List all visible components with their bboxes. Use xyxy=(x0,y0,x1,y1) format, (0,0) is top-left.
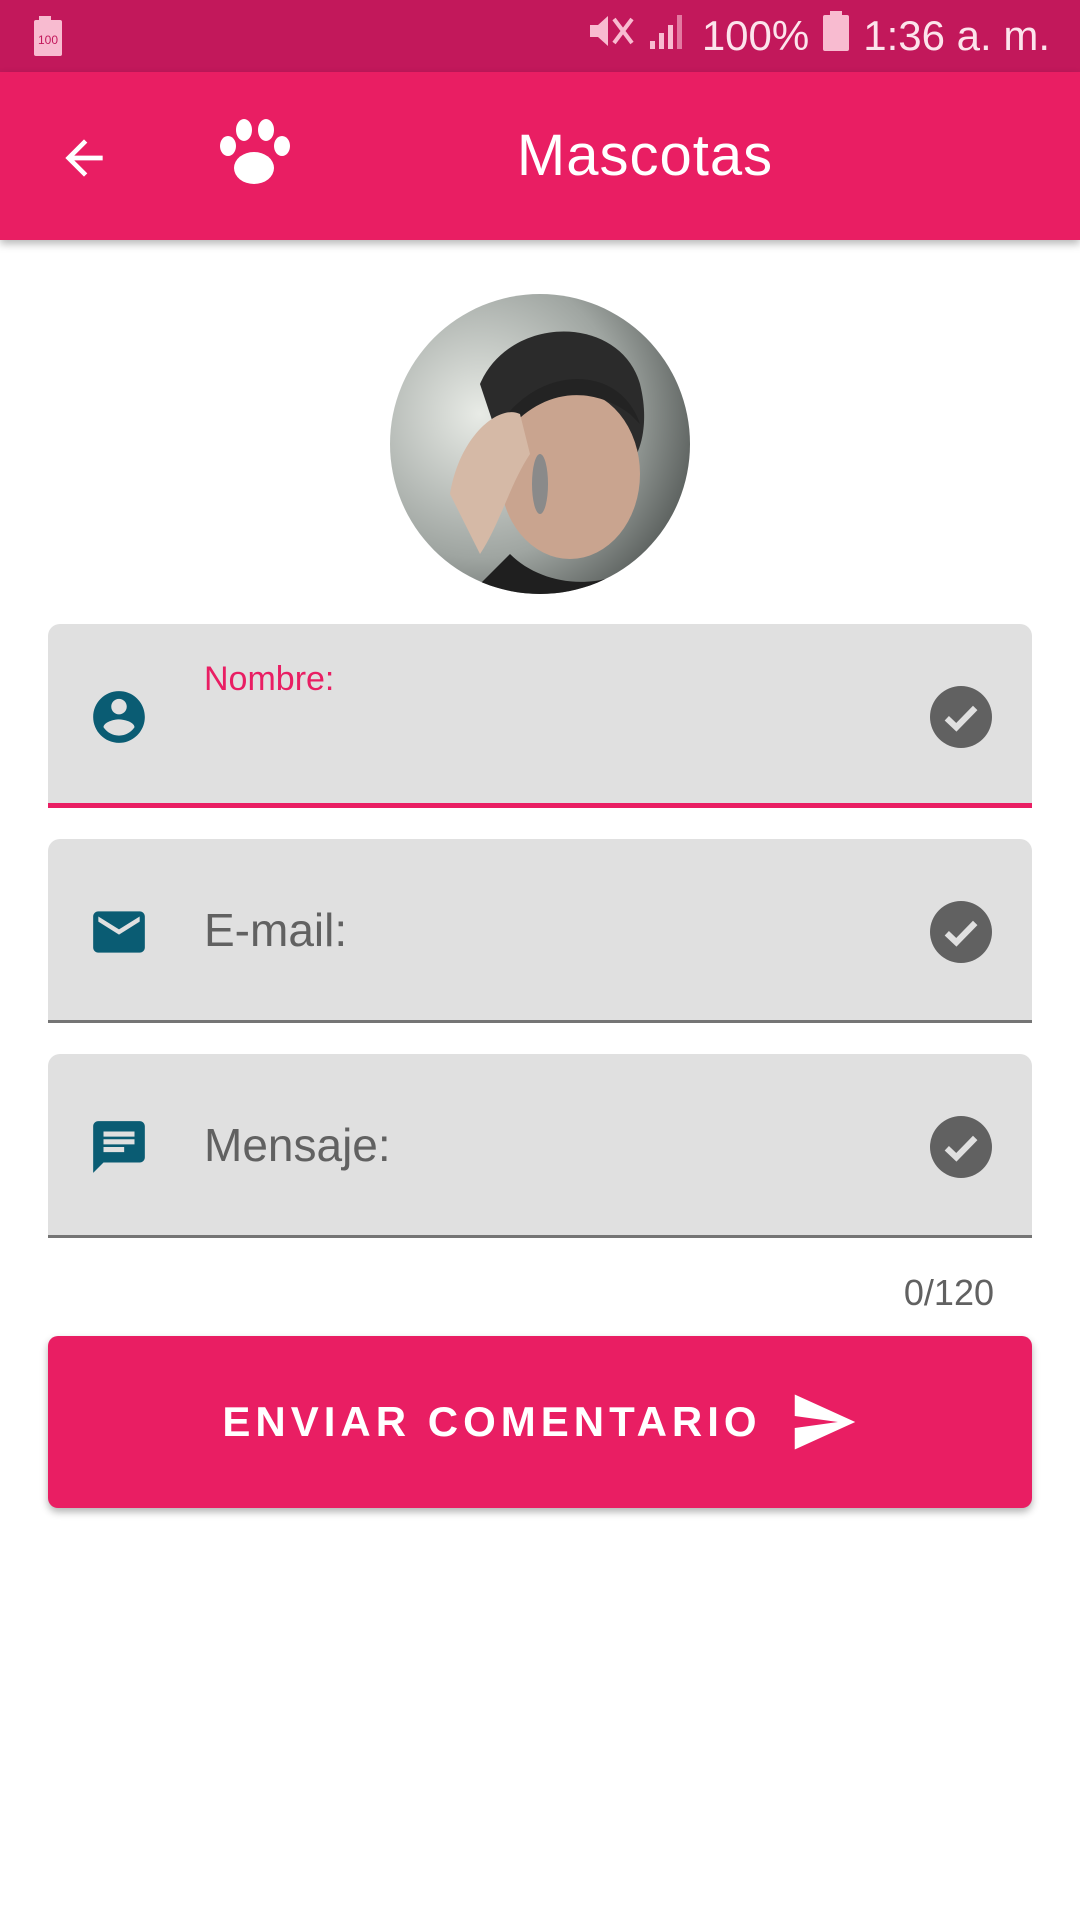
send-comment-button[interactable]: ENVIAR COMENTARIO xyxy=(48,1336,1032,1508)
check-circle-icon xyxy=(930,1116,992,1178)
message-icon xyxy=(93,1121,145,1173)
name-field-label: Nombre: xyxy=(204,660,335,698)
svg-text:100: 100 xyxy=(38,33,58,47)
mute-icon xyxy=(588,11,634,61)
message-field[interactable]: Mensaje: xyxy=(48,1054,1032,1238)
send-icon xyxy=(794,1394,855,1450)
status-bar: 100 100% 1:36 a. m. xyxy=(0,0,1080,72)
battery-icon xyxy=(823,11,850,61)
name-field[interactable]: Nombre: xyxy=(48,624,1032,808)
send-comment-label: ENVIAR COMENTARIO xyxy=(222,1398,762,1445)
status-time: 1:36 a. m. xyxy=(863,12,1050,59)
email-field-label: E-mail: xyxy=(204,904,348,956)
email-field[interactable]: E-mail: xyxy=(48,839,1032,1023)
check-circle-icon xyxy=(930,686,992,748)
mail-icon xyxy=(93,911,145,953)
person-icon xyxy=(93,691,145,743)
avatar xyxy=(390,294,690,594)
check-circle-icon xyxy=(930,901,992,963)
message-field-label: Mensaje: xyxy=(204,1119,391,1171)
signal-icon xyxy=(648,11,688,61)
app-title: Mascotas xyxy=(516,123,774,188)
battery-percentage: 100% xyxy=(701,12,810,59)
app-bar: Mascotas xyxy=(0,72,1080,240)
character-counter: 0/120 xyxy=(903,1272,994,1313)
battery-saver-icon: 100 xyxy=(34,16,62,61)
